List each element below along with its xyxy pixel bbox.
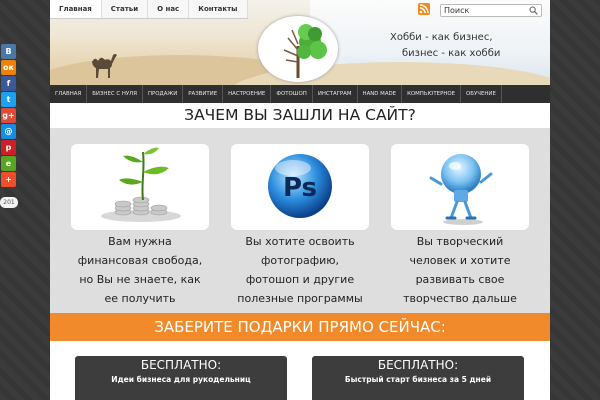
vk-icon[interactable]: В: [1, 44, 16, 59]
card-creative-text: Вы творческий человек и хотите развивать…: [385, 232, 535, 308]
social-share-bar: В ок f t g+ @ p e +: [1, 44, 17, 188]
gift-box-business-ideas[interactable]: БЕСПЛАТНО: Идеи бизнеса для рукодельниц: [75, 356, 287, 400]
money-plant-icon: [101, 147, 181, 222]
rss-icon[interactable]: [418, 3, 430, 15]
card-text-line: Вы хотите освоить: [245, 235, 355, 248]
main-nav: ГЛАВНАЯ БИЗНЕС С НУЛЯ ПРОДАЖИ РАЗВИТИЕ Н…: [50, 85, 550, 103]
card-photoshop[interactable]: Ps: [231, 144, 369, 230]
topnav-contacts[interactable]: Контакты: [189, 0, 248, 18]
nav-computer[interactable]: КОМПЬЮТЕРНОЕ: [402, 85, 462, 103]
topnav-articles[interactable]: Статьи: [102, 0, 149, 18]
site-slogan: Хобби - как бизнес, бизнес - как хобби: [390, 30, 500, 62]
photoshop-icon: Ps: [268, 154, 332, 218]
mail-icon[interactable]: @: [1, 124, 16, 139]
share-more-icon[interactable]: +: [1, 172, 16, 187]
site-header: Главная Статьи О нас Контакты Хобби - ка…: [50, 0, 550, 85]
share-count: 201: [0, 197, 18, 208]
nav-home[interactable]: ГЛАВНАЯ: [50, 85, 88, 103]
card-text-line: Вам нужна: [108, 235, 172, 248]
nav-development[interactable]: РАЗВИТИЕ: [183, 85, 224, 103]
topnav-home[interactable]: Главная: [50, 0, 102, 18]
nav-mood[interactable]: НАСТРОЕНИЕ: [223, 85, 272, 103]
card-text-line: творчество дальше: [403, 292, 517, 305]
camel-icon: [92, 54, 117, 78]
nav-photoshop[interactable]: ФОТОШОП: [271, 85, 313, 103]
slogan-line-2: бизнес - как хобби: [402, 48, 501, 59]
pinterest-icon[interactable]: p: [1, 140, 16, 155]
google-plus-icon[interactable]: g+: [1, 108, 16, 123]
facebook-icon[interactable]: f: [1, 76, 16, 91]
nav-hand-made[interactable]: HAND MADE: [358, 85, 403, 103]
card-text-line: но Вы не знаете, как: [79, 273, 201, 286]
slogan-line-1: Хобби - как бизнес,: [390, 32, 493, 43]
twitter-icon[interactable]: t: [1, 92, 16, 107]
card-text-line: человек и хотите: [409, 254, 511, 267]
card-photoshop-text: Вы хотите освоить фотографию, фотошоп и …: [225, 232, 375, 308]
nav-sales[interactable]: ПРОДАЖИ: [143, 85, 184, 103]
card-creative[interactable]: [391, 144, 529, 230]
card-money-text: Вам нужна финансовая свобода, но Вы не з…: [65, 232, 215, 308]
top-nav: Главная Статьи О нас Контакты: [50, 0, 248, 19]
svg-text:Ps: Ps: [283, 173, 317, 203]
page-title: ЗАЧЕМ ВЫ ЗАШЛИ НА САЙТ?: [50, 103, 550, 128]
card-text-line: развивать свое: [415, 273, 505, 286]
nav-business-from-scratch[interactable]: БИЗНЕС С НУЛЯ: [87, 85, 143, 103]
card-text-line: фотошоп и другие: [245, 273, 355, 286]
card-text-line: ее получить: [104, 292, 176, 305]
gift-box-quick-start[interactable]: БЕСПЛАТНО: Быстрый старт бизнеса за 5 дн…: [312, 356, 524, 400]
gift-subtitle: Быстрый старт бизнеса за 5 дней: [344, 375, 492, 384]
page-container: Главная Статьи О нас Контакты Хобби - ка…: [50, 0, 550, 400]
lightbulb-icon: [429, 154, 493, 225]
card-text-line: финансовая свобода,: [77, 254, 203, 267]
search-icon[interactable]: [529, 6, 538, 15]
gift-title: БЕСПЛАТНО:: [377, 358, 459, 372]
odnoklassniki-icon[interactable]: ок: [1, 60, 16, 75]
card-text-line: фотографию,: [260, 254, 340, 267]
evernote-icon[interactable]: e: [1, 156, 16, 171]
card-text-line: полезные программы: [237, 292, 363, 305]
gifts-heading: ЗАБЕРИТЕ ПОДАРКИ ПРЯМО СЕЙЧАС:: [50, 313, 550, 341]
gift-subtitle: Идеи бизнеса для рукодельниц: [111, 375, 251, 384]
card-text-line: Вы творческий: [416, 235, 504, 248]
nav-instagram[interactable]: ИНСТАГРАМ: [313, 85, 358, 103]
topnav-about[interactable]: О нас: [148, 0, 190, 18]
card-money[interactable]: [71, 144, 209, 230]
gift-title: БЕСПЛАТНО:: [140, 358, 222, 372]
search-input[interactable]: [440, 4, 542, 17]
nav-education[interactable]: ОБУЧЕНИЕ: [461, 85, 502, 103]
site-logo-tree-icon[interactable]: [258, 16, 338, 82]
